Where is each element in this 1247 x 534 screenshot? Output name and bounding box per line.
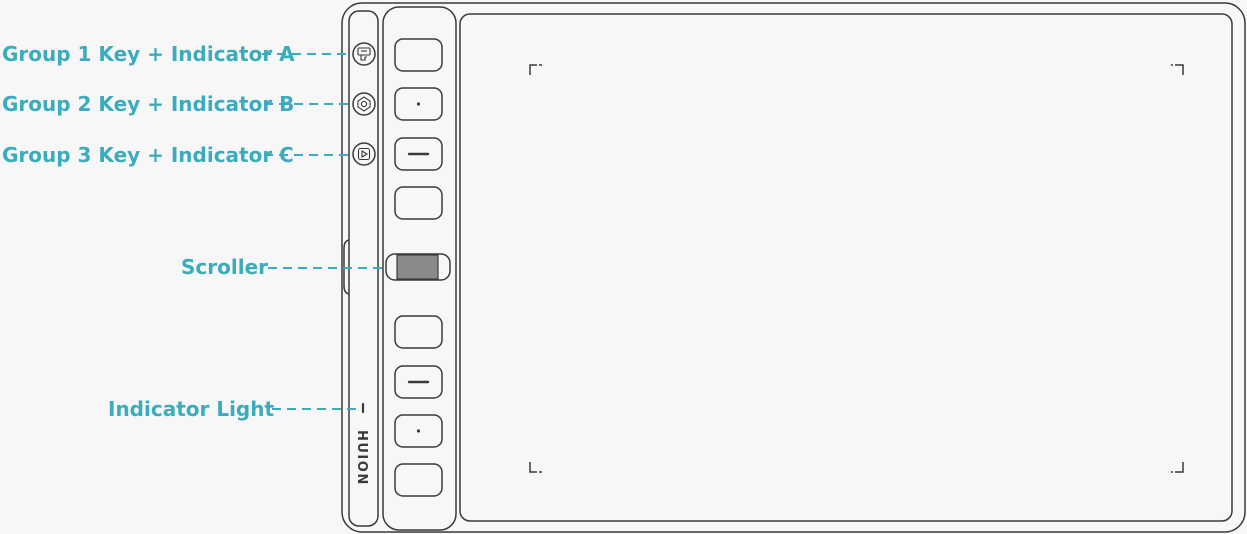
scroller[interactable]	[385, 253, 451, 281]
corner-mark-bottom-right	[1175, 462, 1184, 473]
corner-mark-bottom-left	[529, 462, 537, 473]
express-key-4[interactable]	[394, 186, 443, 220]
express-key-8[interactable]	[394, 463, 443, 497]
label-indicator-light: Indicator Light	[108, 397, 274, 421]
group-key-1[interactable]	[352, 42, 376, 66]
tablet-outer-frame	[341, 2, 1246, 533]
label-group-3: Group 3 Key + Indicator C	[2, 143, 294, 167]
active-area-corner-marks	[529, 64, 1184, 473]
callouts: Group 1 Key + Indicator A Group 2 Key + …	[2, 42, 386, 421]
key-dot-mark	[416, 429, 421, 433]
corner-mark-top-left	[529, 64, 537, 75]
label-scroller: Scroller	[181, 255, 268, 279]
express-key-6[interactable]	[394, 365, 443, 399]
tablet-diagram: HUION Group 1 Key + Indicator A Group 2 …	[2, 2, 1246, 533]
tablet-body	[341, 2, 1246, 533]
label-group-1: Group 1 Key + Indicator A	[2, 42, 295, 66]
express-key-2[interactable]	[394, 87, 443, 121]
express-key-3[interactable]	[394, 137, 443, 171]
express-key-5[interactable]	[394, 315, 443, 349]
corner-mark-top-right	[1175, 64, 1184, 75]
express-key-7[interactable]	[394, 414, 443, 448]
group-key-3[interactable]	[352, 142, 376, 166]
express-key-1[interactable]	[394, 38, 443, 72]
key-dot-mark	[416, 102, 421, 106]
label-group-2: Group 2 Key + Indicator B	[2, 92, 294, 116]
scroller-wheel[interactable]	[396, 254, 439, 280]
brand-logo: HUION	[354, 430, 369, 486]
group-key-2[interactable]	[352, 92, 376, 116]
active-area	[459, 13, 1233, 522]
